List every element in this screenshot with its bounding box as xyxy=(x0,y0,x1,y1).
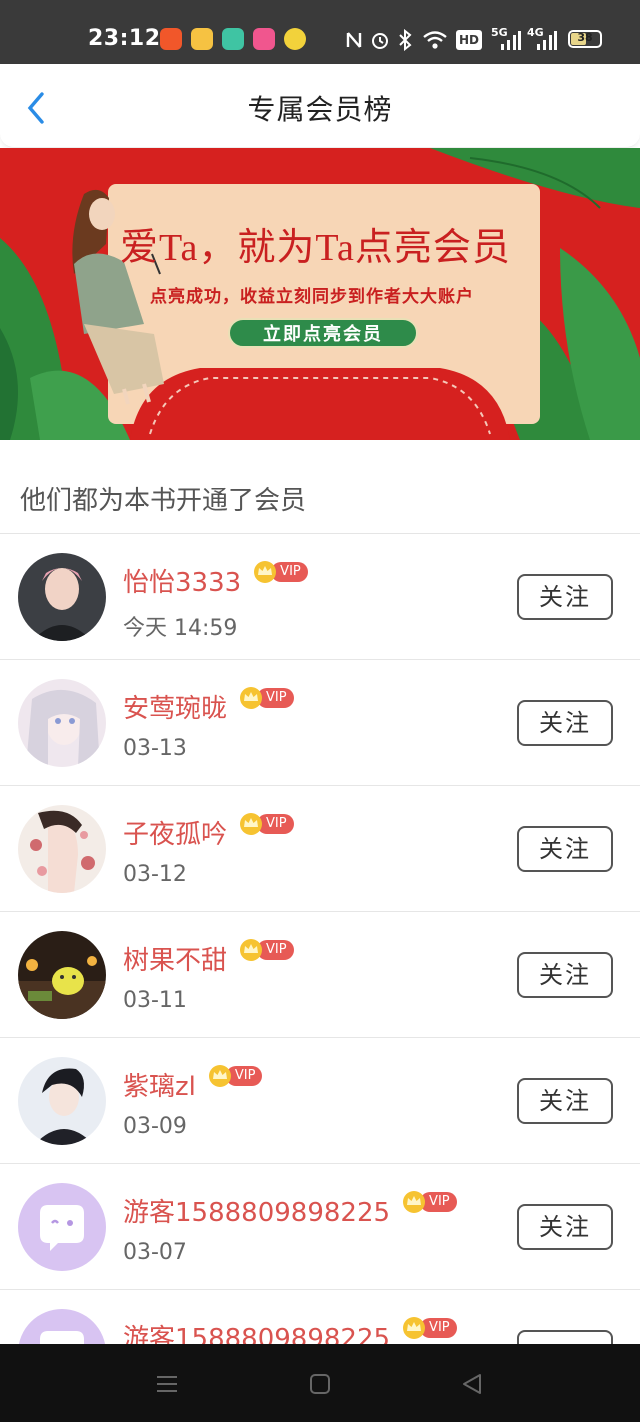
list-item[interactable]: 游客1588809898225 VIP xyxy=(0,1290,640,1344)
list-item[interactable]: 子夜孤吟 VIP 03-12 关注 xyxy=(0,786,640,912)
vip-badge: VIP xyxy=(208,1065,263,1087)
member-name-row: 树果不甜 VIP xyxy=(123,939,294,977)
crown-icon xyxy=(254,561,277,583)
banner-cta-button[interactable]: 立即点亮会员 xyxy=(228,318,418,348)
avatar[interactable] xyxy=(18,805,106,893)
weibo-icon xyxy=(191,28,213,50)
banner-subtitle: 点亮成功，收益立刻同步到作者大大账户 xyxy=(150,287,474,307)
avatar[interactable] xyxy=(18,1183,106,1271)
banner-headline: 爱Ta，就为Ta点亮会员 xyxy=(120,227,511,269)
list-item[interactable]: 安莺琬昽 VIP 03-13 关注 xyxy=(0,660,640,786)
member-name: 子夜孤吟 xyxy=(123,820,228,850)
notes-icon xyxy=(222,28,244,50)
back-triangle-icon[interactable] xyxy=(460,1372,484,1396)
hd-icon: HD xyxy=(456,30,482,50)
member-name-row: 安莺琬昽 VIP xyxy=(123,687,294,725)
member-name-row: 子夜孤吟 VIP xyxy=(123,813,294,851)
battery-icon: 38 xyxy=(568,30,602,48)
crown-icon xyxy=(240,939,263,961)
follow-button[interactable] xyxy=(517,1330,613,1344)
member-name: 游客1588809898225 xyxy=(123,1198,391,1228)
list-item[interactable]: 怡怡3333 VIP 今天 14:59 关注 xyxy=(0,534,640,660)
member-name: 安莺琬昽 xyxy=(123,694,228,724)
signal-4g-icon: 4G xyxy=(527,26,557,52)
member-name: 树果不甜 xyxy=(123,946,228,976)
nav-bar: 专属会员榜 xyxy=(0,64,640,148)
member-time: 今天 14:59 xyxy=(123,616,238,641)
section-header: 他们都为本书开通了会员 xyxy=(0,440,640,534)
follow-button[interactable]: 关注 xyxy=(517,952,613,998)
member-name-row: 紫璃zl VIP xyxy=(123,1065,263,1103)
member-name-row: 怡怡3333 VIP xyxy=(123,561,308,599)
wifi-icon xyxy=(423,31,447,49)
battery-level: 38 xyxy=(577,31,593,44)
follow-button[interactable]: 关注 xyxy=(517,700,613,746)
follow-button[interactable]: 关注 xyxy=(517,1078,613,1124)
member-name-row: 游客1588809898225 VIP xyxy=(123,1191,457,1229)
member-time: 03-13 xyxy=(123,736,187,761)
member-name: 怡怡3333 xyxy=(123,568,242,598)
vip-badge: VIP xyxy=(253,561,308,583)
member-name-row: 游客1588809898225 VIP xyxy=(123,1317,457,1344)
crown-icon xyxy=(403,1191,426,1213)
vip-badge: VIP xyxy=(239,813,294,835)
member-time: 03-09 xyxy=(123,1114,187,1139)
member-time: 03-12 xyxy=(123,862,187,887)
member-name: 游客1588809898225 xyxy=(123,1324,391,1344)
member-time: 03-07 xyxy=(123,1240,187,1265)
follow-button[interactable]: 关注 xyxy=(517,826,613,872)
status-time: 23:12 xyxy=(88,26,161,51)
avatar[interactable] xyxy=(18,553,106,641)
section-title: 他们都为本书开通了会员 xyxy=(20,486,307,516)
crown-icon xyxy=(240,813,263,835)
home-square-icon[interactable] xyxy=(308,1372,332,1396)
avatar[interactable] xyxy=(18,1309,106,1344)
alarm-icon xyxy=(372,33,388,49)
status-bar: 23:12 HD 5G 4G 38 xyxy=(0,0,640,64)
vip-badge: VIP xyxy=(239,939,294,961)
follow-button[interactable]: 关注 xyxy=(517,1204,613,1250)
crown-icon xyxy=(403,1317,426,1339)
follow-button[interactable]: 关注 xyxy=(517,574,613,620)
member-time: 03-11 xyxy=(123,988,187,1013)
taobao-icon xyxy=(160,28,182,50)
hd-label: HD xyxy=(458,33,479,47)
list-item[interactable]: 游客1588809898225 VIP 03-07 关注 xyxy=(0,1164,640,1290)
member-name: 紫璃zl xyxy=(123,1072,196,1102)
list-item[interactable]: 紫璃zl VIP 03-09 关注 xyxy=(0,1038,640,1164)
system-navigation-bar xyxy=(0,1344,640,1422)
menu-icon[interactable] xyxy=(155,1372,179,1396)
crown-icon xyxy=(240,687,263,709)
member-list: 怡怡3333 VIP 今天 14:59 关注 安莺琬昽 VIP 03-13 关注 子… xyxy=(0,534,640,1344)
list-item[interactable]: 树果不甜 VIP 03-11 关注 xyxy=(0,912,640,1038)
avatar[interactable] xyxy=(18,1057,106,1145)
signal-5g-icon: 5G xyxy=(491,26,521,52)
vip-badge: VIP xyxy=(402,1317,457,1339)
page-title: 专属会员榜 xyxy=(247,93,393,126)
crown-icon xyxy=(208,1065,231,1087)
vip-badge: VIP xyxy=(239,687,294,709)
avatar[interactable] xyxy=(18,931,106,1019)
bilibili-icon xyxy=(253,28,275,50)
nfc-icon xyxy=(346,32,362,48)
avatar[interactable] xyxy=(18,679,106,767)
chat-icon xyxy=(284,28,306,50)
vip-badge: VIP xyxy=(402,1191,457,1213)
bluetooth-icon xyxy=(399,29,412,51)
